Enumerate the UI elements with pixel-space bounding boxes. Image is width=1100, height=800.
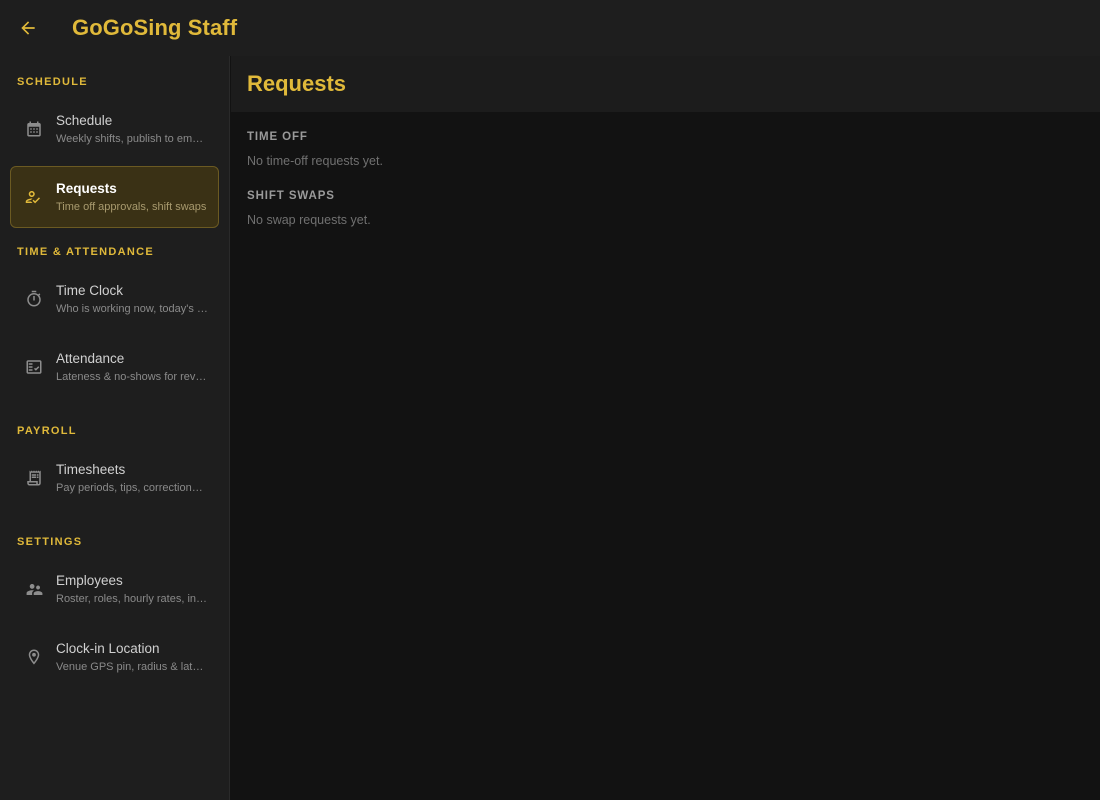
shift-swaps-section: SHIFT SWAPS No swap requests yet. [247,189,1084,228]
sidebar-item-title: Timesheets [56,461,126,477]
sidebar-item-title: Employees [56,572,123,588]
nav-group-time-attendance: Time Clock Who is working now, today's p… [0,268,229,398]
sidebar-item-subtitle: Roster, roles, hourly rates, invites [56,592,208,605]
sidebar-item-title: Attendance [56,350,125,366]
requests-content: TIME OFF No time-off requests yet. SHIFT… [231,112,1100,246]
sidebar-item-subtitle: Time off approvals, shift swaps [56,200,207,213]
sidebar-item-title: Clock-in Location [56,640,160,656]
sidebar: SCHEDULE Schedule Weekly shifts, publish… [0,56,230,800]
people-icon [24,579,44,599]
sidebar-item-employees[interactable]: Employees Roster, roles, hourly rates, i… [10,558,219,620]
section-header-schedule: SCHEDULE [17,76,88,88]
page-title: Requests [247,71,347,96]
main-content: Requests TIME OFF No time-off requests y… [231,56,1100,800]
sidebar-item-title: Schedule [56,112,113,128]
stopwatch-icon [24,289,44,309]
nav-group-schedule: Schedule Weekly shifts, publish to emplo… [0,98,229,228]
time-off-empty-message: No time-off requests yet. [247,154,383,168]
shift-swaps-empty-message: No swap requests yet. [247,213,371,227]
location-pin-icon [24,647,44,667]
sidebar-item-subtitle: Weekly shifts, publish to employees [56,132,208,145]
page-header: Requests [231,56,1100,112]
section-header-payroll: PAYROLL [17,425,77,437]
section-header-time-attendance: TIME & ATTENDANCE [17,246,154,258]
sidebar-item-subtitle: Lateness & no-shows for review [56,370,208,383]
sidebar-item-requests[interactable]: Requests Time off approvals, shift swaps [10,166,219,228]
app-bar: GoGoSing Staff [0,0,1100,56]
time-off-header: TIME OFF [247,131,308,143]
person-check-icon [24,187,44,207]
back-button[interactable] [0,0,56,56]
sidebar-item-title: Time Clock [56,282,124,298]
calendar-icon [24,119,44,139]
sidebar-item-clock-in-location[interactable]: Clock-in Location Venue GPS pin, radius … [10,626,219,688]
sidebar-item-time-clock[interactable]: Time Clock Who is working now, today's p… [10,268,219,330]
sidebar-item-subtitle: Venue GPS pin, radius & late grace [56,660,208,673]
sidebar-item-attendance[interactable]: Attendance Lateness & no-shows for revie… [10,336,219,398]
nav-group-payroll: Timesheets Pay periods, tips, correction… [0,447,229,509]
section-header-settings: SETTINGS [17,536,83,548]
sidebar-item-subtitle: Who is working now, today's punches [56,302,208,315]
sidebar-item-subtitle: Pay periods, tips, corrections, export [56,481,208,494]
sidebar-item-schedule[interactable]: Schedule Weekly shifts, publish to emplo… [10,98,219,160]
shift-swaps-header: SHIFT SWAPS [247,190,335,202]
time-off-section: TIME OFF No time-off requests yet. [247,130,1084,169]
arrow-back-icon [21,21,35,35]
sidebar-item-title: Requests [56,180,117,196]
fact-check-icon [24,357,44,377]
nav-group-settings: Employees Roster, roles, hourly rates, i… [0,558,229,688]
sidebar-item-timesheets[interactable]: Timesheets Pay periods, tips, correction… [10,447,219,509]
receipt-icon [24,468,44,488]
app-title: GoGoSing Staff [72,15,238,40]
